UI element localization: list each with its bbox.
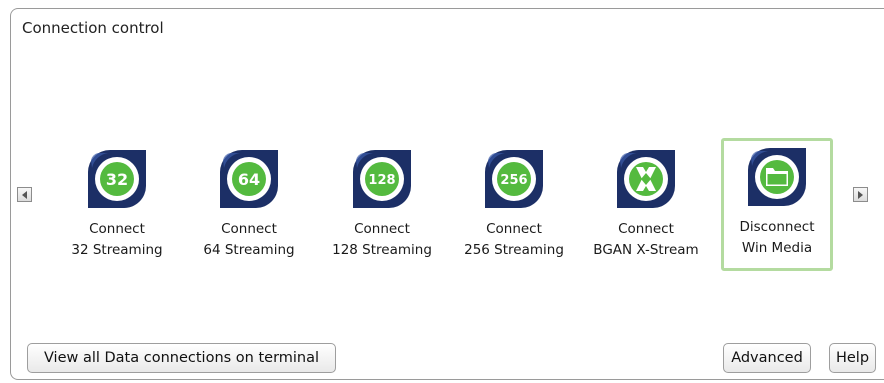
scroll-right-button[interactable]	[853, 187, 868, 202]
scroll-left-button[interactable]	[17, 187, 32, 202]
connect-64-streaming-tile[interactable]: 64 Connect 64 Streaming	[195, 140, 303, 270]
tile-label: Connect 32 Streaming	[63, 219, 171, 261]
x-stream-icon	[615, 148, 677, 210]
streaming-32-icon: 32	[86, 148, 148, 210]
connect-bgan-x-stream-tile[interactable]: Connect BGAN X-Stream	[592, 140, 700, 270]
tile-label-line1: Connect	[221, 221, 277, 237]
tile-label-line2: 256 Streaming	[464, 242, 564, 258]
view-all-data-connections-button[interactable]: View all Data connections on terminal	[27, 343, 336, 373]
triangle-left-icon	[22, 190, 27, 199]
tile-label-line2: 128 Streaming	[332, 242, 432, 258]
panel-title: Connection control	[22, 19, 164, 37]
tile-label: Connect BGAN X-Stream	[592, 219, 700, 261]
badge-text: 32	[106, 170, 128, 189]
streaming-64-icon: 64	[218, 148, 280, 210]
tile-label-line1: Connect	[618, 221, 674, 237]
badge-text: 128	[368, 173, 395, 188]
tile-label: Connect 256 Streaming	[460, 219, 568, 261]
streaming-128-icon: 128	[351, 148, 413, 210]
tile-label-line2: 32 Streaming	[71, 242, 163, 258]
tile-label: Connect 128 Streaming	[328, 219, 436, 261]
streaming-256-icon: 256	[483, 148, 545, 210]
tile-label: Connect 64 Streaming	[195, 219, 303, 261]
disconnect-win-media-tile[interactable]: Disconnect Win Media	[721, 138, 833, 271]
tile-label-line1: Connect	[89, 221, 145, 237]
advanced-button[interactable]: Advanced	[723, 343, 811, 373]
tile-label-line2: BGAN X-Stream	[593, 242, 699, 258]
connect-128-streaming-tile[interactable]: 128 Connect 128 Streaming	[328, 140, 436, 270]
badge-text: 256	[500, 173, 527, 188]
tile-label-line1: Disconnect	[739, 219, 815, 235]
tile-label: Disconnect Win Media	[724, 217, 830, 259]
tile-label-line1: Connect	[486, 221, 542, 237]
connect-32-streaming-tile[interactable]: 32 Connect 32 Streaming	[63, 140, 171, 270]
tile-label-line2: Win Media	[741, 240, 813, 256]
help-button[interactable]: Help	[829, 343, 876, 373]
triangle-right-icon	[858, 190, 863, 199]
badge-text: 64	[238, 170, 260, 189]
tile-label-line2: 64 Streaming	[203, 242, 295, 258]
tile-label-line1: Connect	[354, 221, 410, 237]
win-media-icon	[746, 146, 808, 208]
connect-256-streaming-tile[interactable]: 256 Connect 256 Streaming	[460, 140, 568, 270]
